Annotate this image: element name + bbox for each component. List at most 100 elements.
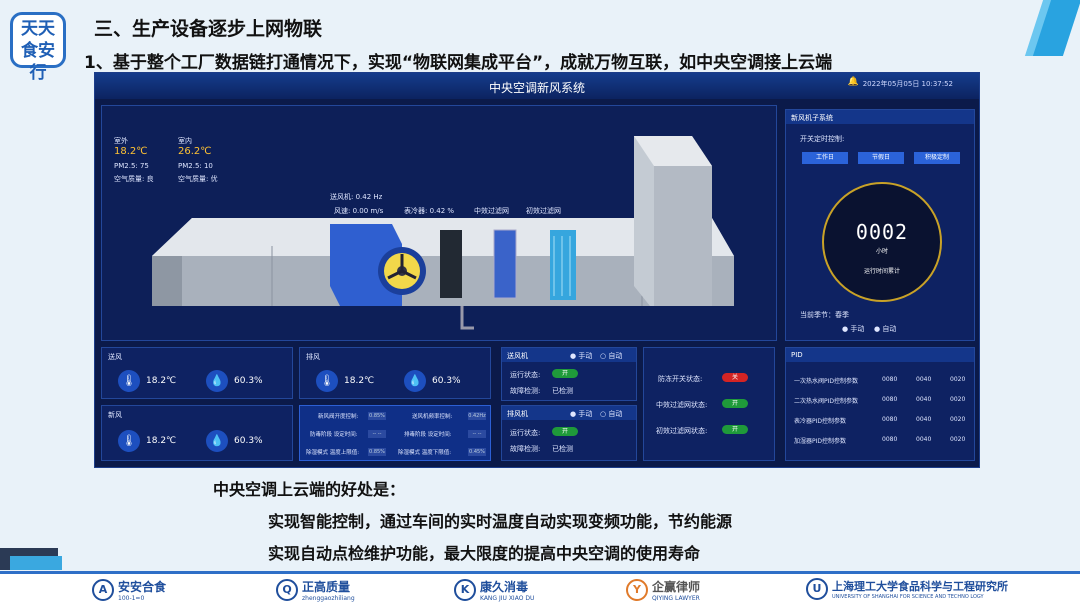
brand-sub: UNIVERSITY OF SHANGHAI FOR SCIENCE AND T… — [832, 594, 984, 600]
runtime-unit: 小时 — [875, 248, 888, 255]
pid-value[interactable]: 0020 — [950, 376, 965, 383]
exhaust-air-card: 排风 🌡 18.2℃ 💧 60.3% — [299, 347, 491, 399]
supply-fan-auto-label: 自动 — [608, 352, 623, 360]
brand-name: 上海理工大学食品科学与工程研究所 — [832, 580, 1008, 593]
exhaust-air-humidity: 60.3% — [432, 376, 461, 386]
pid-value[interactable]: 0080 — [882, 396, 897, 403]
fresh-air-humidity: 60.3% — [234, 436, 263, 446]
exhaust-fan-manual-label: 手动 — [578, 410, 593, 418]
pid-title: PID — [786, 348, 974, 362]
pid-value[interactable]: 0080 — [882, 436, 897, 443]
exhaust-fan-auto-label: 自动 — [608, 410, 623, 418]
exhaust-air-title: 排风 — [306, 353, 320, 361]
freeze-switch-label: 防冻开关状态: — [658, 375, 703, 383]
current-season: 当前季节：春季 — [800, 311, 849, 319]
benefit-item: 实现自动点检维护功能，最大限度的提高中央空调的使用寿命 — [268, 544, 701, 563]
pid-value[interactable]: 0020 — [950, 436, 965, 443]
shield-icon: A — [92, 579, 114, 601]
custom-schedule-button[interactable]: 积极定制 — [914, 152, 960, 164]
brand-sub: KANG JIU XIAO DU — [480, 595, 535, 602]
fresh-valve-input[interactable]: 0.85% — [368, 412, 386, 420]
slide-subtitle: 1、基于整个工厂数据链打通情况下，实现“物联网集成平台”，成就万物互联，如中央空… — [84, 53, 833, 73]
disinfect-icon: K — [454, 579, 476, 601]
fan-freq-input[interactable]: 0.42Hz — [468, 412, 486, 420]
pid-value[interactable]: 0040 — [916, 416, 931, 423]
runtime-label: 运行时间累计 — [863, 268, 900, 275]
pid-row-name: 加湿器PID控制参数 — [794, 438, 847, 445]
mode-manual-label: 手动 — [850, 325, 865, 333]
supply-air-temp: 18.2℃ — [146, 376, 177, 386]
pid-value[interactable]: 0040 — [916, 436, 931, 443]
runtime-counter: 0002 — [855, 220, 909, 244]
mode-auto-radio[interactable]: ● 自动 — [874, 324, 896, 334]
hvac-dashboard: 中央空调新风系统 🔔 2022年05月05日 10:37:52 室外 18.2℃… — [94, 72, 980, 468]
university-seal-icon: U — [806, 578, 828, 600]
pid-row-name: 一次热水阀PID控制参数 — [794, 378, 859, 385]
brand-usst: U 上海理工大学食品科学与工程研究所 UNIVERSITY OF SHANGHAI… — [806, 578, 1008, 600]
fresh-air-subsystem-panel: 新风机子系统 开关定时控制: 工作日 节假日 积极定制 0002 小时 运行时间… — [785, 109, 975, 341]
fresh-air-temp: 18.2℃ — [146, 436, 177, 446]
supply-fan-run-label: 运行状态: — [510, 371, 541, 379]
supply-fan-manual-label: 手动 — [578, 352, 593, 360]
mode-manual-radio[interactable]: ● 手动 — [842, 324, 864, 334]
brand-name: 安安合食 — [118, 580, 167, 594]
brand-zhenggao: Q 正高质量 zhenggaozhiliang — [276, 578, 355, 602]
primary-filter-status-toggle[interactable]: 开 — [722, 425, 748, 434]
detox-time-label: 排毒阶段 设定时间: — [404, 432, 452, 438]
exhaust-fan-title: 排风机 — [507, 410, 528, 418]
humidity-icon: 💧 — [404, 370, 426, 392]
brand-sub: zhenggaozhiliang — [302, 595, 355, 602]
supply-fan-auto-radio[interactable]: ○ 自动 — [600, 351, 622, 361]
corner-decoration — [1010, 0, 1080, 70]
detox-time-input[interactable]: -- -- — [468, 430, 486, 438]
pid-panel: PID 一次热水阀PID控制参数 0080 0040 0020 二次热水阀PID… — [785, 347, 975, 461]
mode-auto-label: 自动 — [882, 325, 897, 333]
dehumid-lower-input[interactable]: 0.45% — [468, 448, 486, 456]
supply-air-humidity: 60.3% — [234, 376, 263, 386]
workday-button[interactable]: 工作日 — [802, 152, 848, 164]
dashboard-header: 中央空调新风系统 🔔 2022年05月05日 10:37:52 — [95, 73, 979, 99]
pid-row-name: 二次热水阀PID控制参数 — [794, 398, 859, 405]
exhaust-fan-fault-label: 故障检测: — [510, 445, 541, 453]
pid-value[interactable]: 0080 — [882, 416, 897, 423]
thermometer-icon: 🌡 — [118, 430, 140, 452]
humidity-icon: 💧 — [206, 370, 228, 392]
control-settings-panel: 新风阀开度控制: 0.85% 送风机频率控制: 0.42Hz 防毒阶段 设定时间… — [299, 405, 491, 461]
dehumid-upper-input[interactable]: 0.85% — [368, 448, 386, 456]
benefits-heading: 中央空调上云端的好处是： — [213, 480, 406, 499]
brand-name: 企赢律师 — [652, 580, 701, 594]
antivirus-time-input[interactable]: -- -- — [368, 430, 386, 438]
pid-value[interactable]: 0020 — [950, 416, 965, 423]
dashboard-title: 中央空调新风系统 — [488, 81, 585, 95]
exhaust-air-temp: 18.2℃ — [344, 376, 375, 386]
supply-fan-panel: 送风机 ● 手动 ○ 自动 运行状态: 开 故障检测: 已检测 — [501, 347, 637, 401]
filter-status-panel: 防冻开关状态: 关 中效过滤网状态: 开 初效过滤网状态: 开 — [643, 347, 775, 461]
brand-name: 正高质量 — [302, 580, 351, 594]
dashboard-datetime: 2022年05月05日 10:37:52 — [862, 80, 953, 88]
primary-filter-status-label: 初效过滤网状态: — [656, 427, 708, 435]
pid-value[interactable]: 0040 — [916, 396, 931, 403]
benefit-item: 实现智能控制，通过车间的实时温度自动实现变频功能，节约能源 — [268, 512, 733, 531]
fan-freq-label: 送风机频率控制: — [412, 414, 453, 420]
air-handling-unit-diagram — [152, 136, 734, 330]
supply-fan-run-toggle[interactable]: 开 — [552, 369, 578, 378]
runtime-counter-dial: 0002 小时 运行时间累计 — [822, 182, 942, 302]
exhaust-fan-auto-radio[interactable]: ○ 自动 — [600, 409, 622, 419]
pid-value[interactable]: 0040 — [916, 376, 931, 383]
holiday-button[interactable]: 节假日 — [858, 152, 904, 164]
freeze-switch-toggle[interactable]: 关 — [722, 373, 748, 382]
exhaust-fan-run-toggle[interactable]: 开 — [552, 427, 578, 436]
pid-value[interactable]: 0080 — [882, 376, 897, 383]
pid-value[interactable]: 0020 — [950, 396, 965, 403]
supply-fan-manual-radio[interactable]: ● 手动 — [570, 351, 592, 361]
exhaust-fan-panel: 排风机 ● 手动 ○ 自动 运行状态: 开 故障检测: 已检测 — [501, 405, 637, 461]
fresh-air-title: 新风 — [108, 411, 122, 419]
supply-air-title: 送风 — [108, 353, 122, 361]
mid-filter-status-label: 中效过滤网状态: — [656, 401, 708, 409]
lawyer-icon: Y — [626, 579, 648, 601]
mid-filter-status-toggle[interactable]: 开 — [722, 399, 748, 408]
exhaust-fan-run-label: 运行状态: — [510, 429, 541, 437]
bell-icon[interactable]: 🔔 — [848, 77, 859, 87]
brand-kangjiu: K 康久消毒 KANG JIU XIAO DU — [454, 578, 534, 602]
exhaust-fan-manual-radio[interactable]: ● 手动 — [570, 409, 592, 419]
